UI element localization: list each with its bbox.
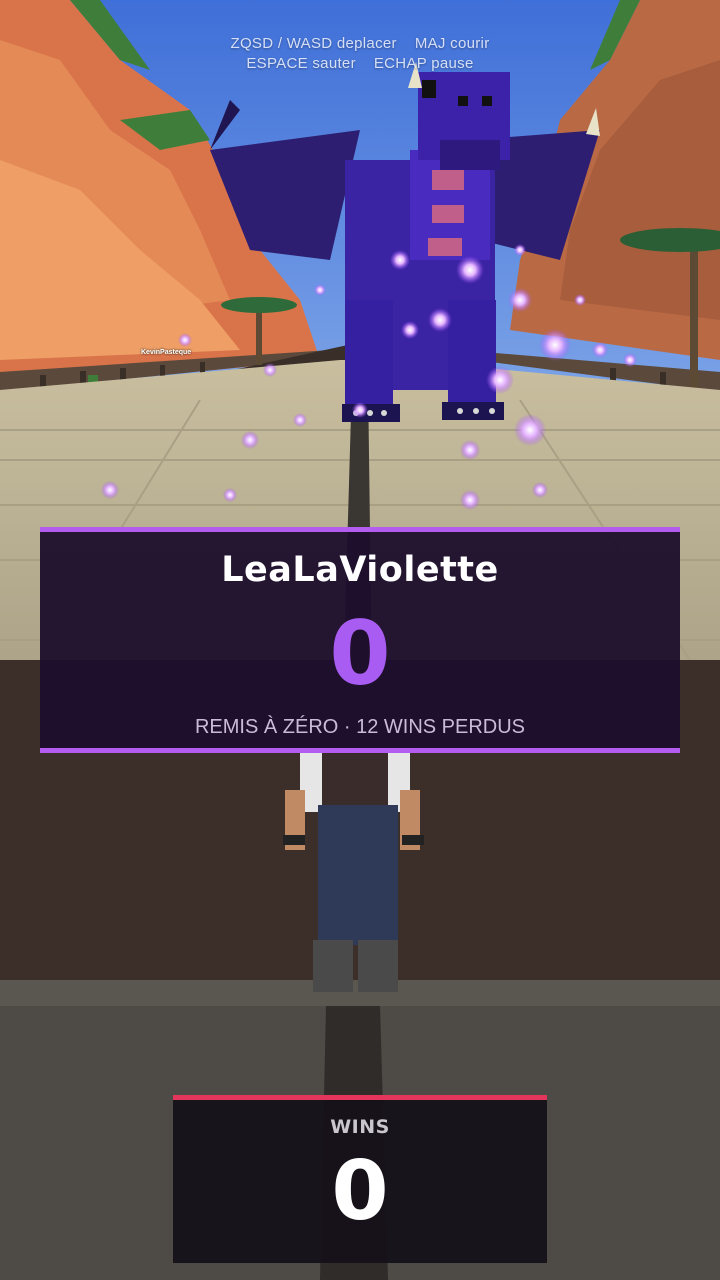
controls-jump: ESPACE sauter	[246, 55, 356, 72]
reset-subtitle: REMIS À ZÉRO · 12 WINS PERDUS	[194, 716, 526, 738]
reset-banner: LeaLaViolette 0 REMIS À ZÉRO · 12 WINS P…	[40, 527, 680, 753]
reset-wins-count: 0	[329, 602, 391, 705]
controls-line-1: ZQSD / WASD deplacer MAJ courir	[0, 34, 720, 54]
wins-value: 0	[331, 1144, 389, 1239]
controls-pause: ECHAP pause	[373, 55, 474, 72]
wins-label: WINS	[330, 1116, 390, 1138]
reset-player-name: LeaLaViolette	[221, 550, 499, 590]
controls-move: ZQSD / WASD deplacer	[230, 35, 397, 52]
controls-line-2: ESPACE sauter ECHAP pause	[0, 54, 720, 74]
wins-counter: WINS 0	[173, 1095, 547, 1263]
other-player-nametag: KevinPasteque	[141, 349, 192, 356]
controls-hint: ZQSD / WASD deplacer MAJ courir ESPACE sa…	[0, 34, 720, 74]
controls-run: MAJ courir	[414, 35, 490, 52]
